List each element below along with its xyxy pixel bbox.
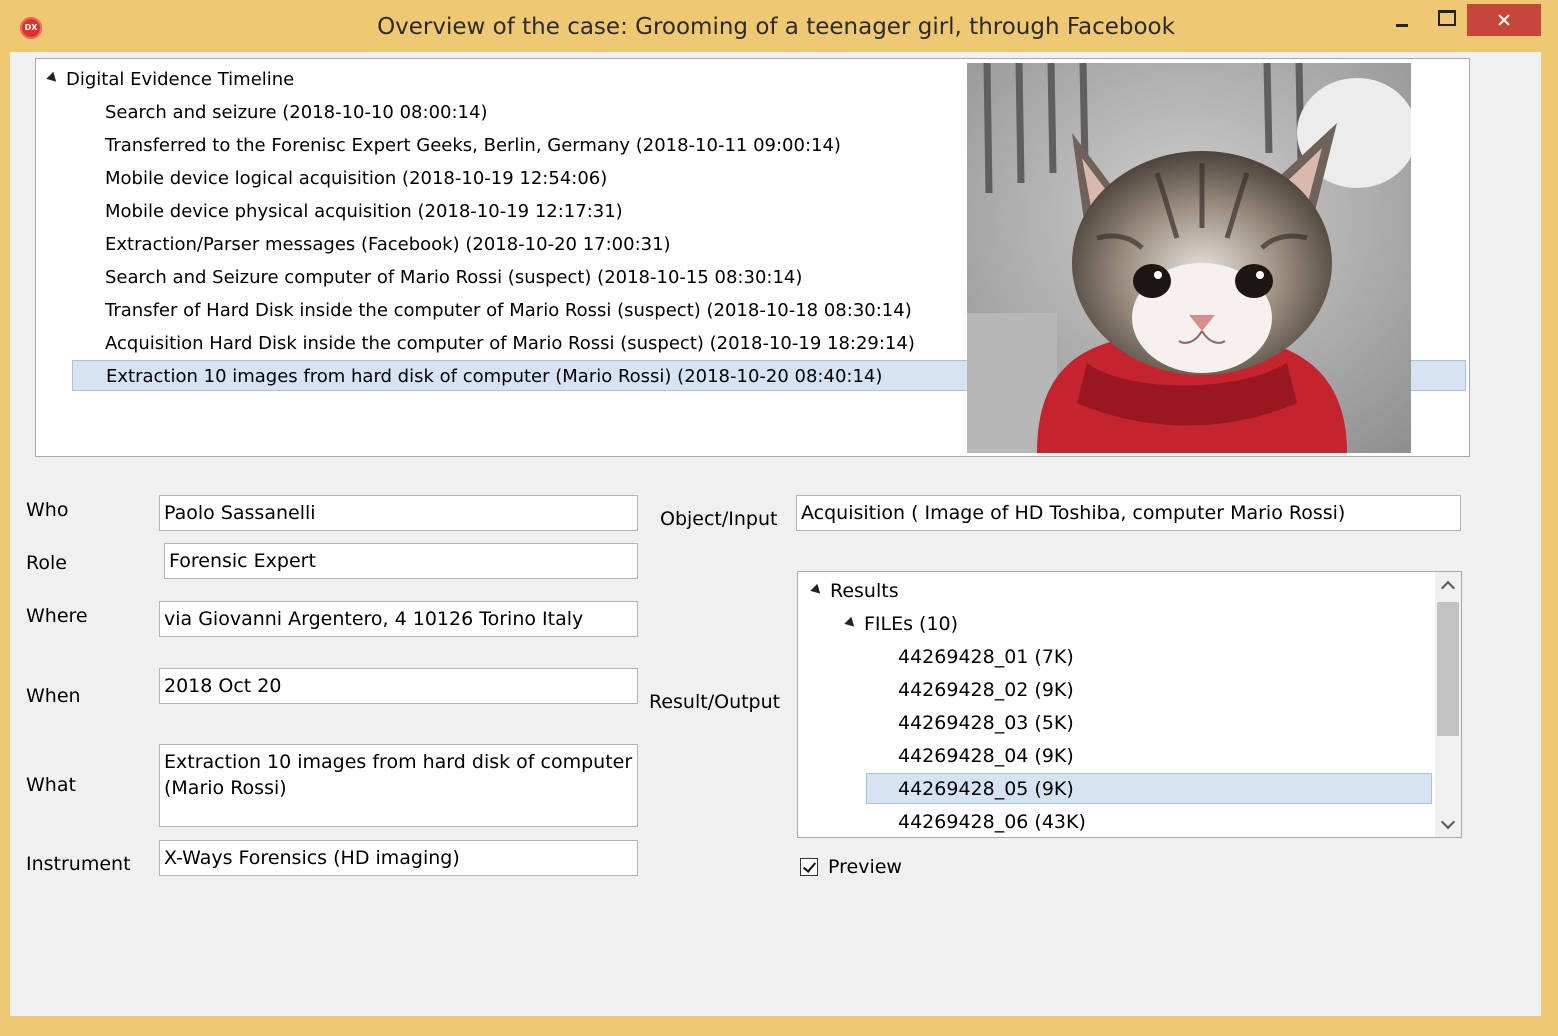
window-title: Overview of the case: Grooming of a teen… [377, 14, 1175, 40]
file-item[interactable]: 44269428_02 (9K) [868, 675, 1432, 706]
results-root-label: Results [830, 580, 899, 602]
file-item[interactable]: 44269428_03 (5K) [868, 708, 1432, 739]
file-item-selected[interactable]: 44269428_05 (9K) [866, 773, 1432, 804]
who-field[interactable]: Paolo Sassanelli [159, 495, 638, 531]
expand-triangle-icon[interactable] [810, 583, 824, 598]
file-item[interactable]: 44269428_04 (9K) [868, 741, 1432, 772]
expand-triangle-icon[interactable] [844, 616, 858, 631]
timeline-tree[interactable]: Digital Evidence Timeline Search and sei… [35, 58, 1470, 457]
instrument-label: Instrument [26, 853, 131, 875]
minimize-icon[interactable] [1384, 4, 1420, 36]
results-tree[interactable]: Results FILEs (10) 44269428_01 (7K) 4426… [797, 571, 1462, 838]
where-field[interactable]: via Giovanni Argentero, 4 10126 Torino I… [159, 601, 638, 637]
what-field[interactable]: Extraction 10 images from hard disk of c… [159, 744, 638, 827]
scrollbar-thumb[interactable] [1437, 602, 1459, 736]
object-input-label: Object/Input [660, 508, 778, 530]
when-field[interactable]: 2018 Oct 20 [159, 668, 638, 704]
client-area: Digital Evidence Timeline Search and sei… [10, 52, 1541, 1016]
file-item[interactable]: 44269428_06 (43K) [868, 807, 1432, 837]
scroll-down-icon[interactable] [1435, 811, 1461, 837]
results-root[interactable]: Results [810, 576, 899, 607]
where-label: Where [26, 605, 88, 627]
expand-triangle-icon[interactable] [46, 71, 60, 86]
files-folder[interactable]: FILEs (10) [844, 609, 959, 640]
timeline-root[interactable]: Digital Evidence Timeline [46, 67, 295, 93]
preview-label: Preview [828, 856, 902, 878]
instrument-field[interactable]: X-Ways Forensics (HD imaging) [159, 840, 638, 876]
role-label: Role [26, 552, 67, 574]
maximize-icon[interactable] [1428, 4, 1464, 36]
case-overview-window: DX Overview of the case: Grooming of a t… [0, 0, 1558, 1036]
evidence-preview-image [967, 63, 1411, 453]
close-icon[interactable] [1467, 4, 1541, 36]
scroll-up-icon[interactable] [1435, 572, 1461, 598]
files-folder-label: FILEs (10) [864, 613, 959, 635]
result-output-label: Result/Output [649, 691, 781, 713]
who-label: Who [26, 499, 69, 521]
file-item[interactable]: 44269428_01 (7K) [868, 642, 1432, 673]
when-label: When [26, 685, 81, 707]
title-bar[interactable]: DX Overview of the case: Grooming of a t… [0, 0, 1558, 52]
preview-checkbox[interactable] [800, 858, 818, 876]
object-input-field[interactable]: Acquisition ( Image of HD Toshiba, compu… [796, 495, 1461, 531]
preview-checkbox-row[interactable]: Preview [800, 854, 902, 880]
timeline-root-label: Digital Evidence Timeline [66, 69, 295, 90]
results-scrollbar[interactable] [1435, 572, 1461, 837]
what-label: What [26, 774, 76, 796]
role-field[interactable]: Forensic Expert [164, 543, 638, 579]
